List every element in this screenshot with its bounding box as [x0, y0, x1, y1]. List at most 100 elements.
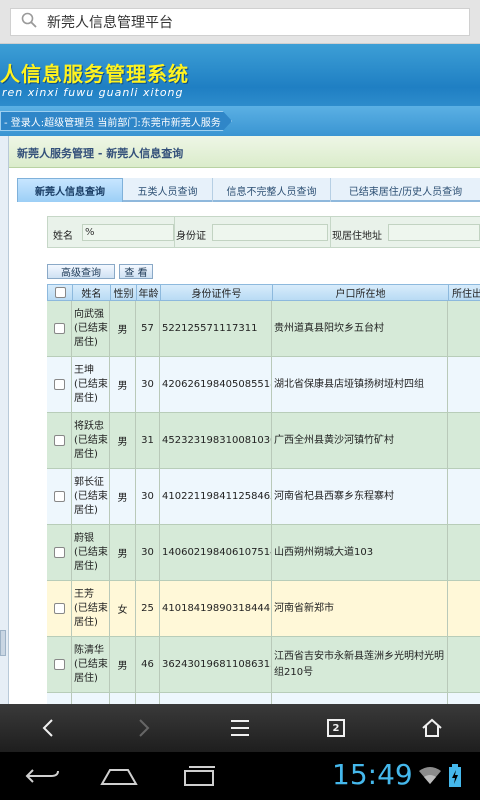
id-number-cell: 41022119841125846X: [160, 469, 272, 524]
site-banner: 人信息服务管理系统 ren xinxi fuwu guanli xitong: [0, 44, 480, 106]
table-row[interactable]: 向武强 (已结束 居住) 男 57 522125571117311 贵州道真县阳坎乡五台村: [47, 301, 480, 357]
search-panel: 姓名 % 身份证 现居住地址: [47, 216, 480, 248]
id-number-cell: 362430196811086313: [160, 637, 272, 692]
forward-button[interactable]: [114, 704, 174, 752]
collapse-handle[interactable]: [0, 630, 6, 656]
row-checkbox[interactable]: [53, 379, 65, 390]
age-cell: 46: [136, 637, 160, 692]
system-back-button[interactable]: [8, 756, 78, 796]
col-residence[interactable]: 所住出: [449, 285, 480, 300]
id-number-cell: 452323198310081030: [160, 413, 272, 468]
table-row[interactable]: 陈清华 (已结束 居住) 男 46 362430196811086313 江西省吉安市永新县…: [47, 637, 480, 693]
advanced-search-button[interactable]: 高级查询: [47, 264, 115, 279]
name-cell: 陈清华 (已结束 居住): [72, 637, 110, 692]
residence-status: (已结束: [74, 602, 108, 614]
hukou-cell: 河南省杞县西寨乡东程寨村: [272, 469, 448, 524]
col-gender[interactable]: 性别: [111, 285, 137, 300]
col-name[interactable]: 姓名: [73, 285, 111, 300]
person-name: 蔚银: [74, 532, 94, 544]
select-all-checkbox[interactable]: [54, 287, 66, 298]
banner-title: 人信息服务管理系统: [0, 62, 189, 86]
residence-status: (已结束: [74, 322, 108, 334]
chevron-right-icon: [139, 719, 150, 737]
residence-status: 居住): [74, 616, 98, 628]
address-input[interactable]: 新莞人信息管理平台: [10, 8, 470, 36]
tab-incomplete-info[interactable]: 信息不完整人员查询: [213, 178, 331, 202]
residence-cell: [448, 413, 480, 468]
tab-history[interactable]: 已结束居住/历史人员查询: [331, 178, 480, 202]
residence-cell: [448, 469, 480, 524]
system-home-icon: [100, 769, 138, 785]
row-checkbox[interactable]: [53, 491, 65, 502]
residence-status: 居住): [74, 560, 98, 572]
gender-cell: 女: [110, 581, 136, 636]
search-icon: [21, 12, 37, 32]
name-cell: 将跃忠 (已结束 居住): [72, 413, 110, 468]
name-lines: 王芳 (已结束 居住): [72, 588, 108, 630]
row-select-cell: [47, 301, 72, 356]
left-collapse-strip: [0, 136, 8, 704]
table-row[interactable]: 将跃忠 (已结束 居住) 男 31 452323198310081030 广西全州县黄沙河镇…: [47, 413, 480, 469]
table-header: 姓名 性别 年龄 身份证件号 户口所在地 所住出: [47, 284, 480, 301]
residence-status: (已结束: [74, 490, 108, 502]
tabs-button[interactable]: 2: [306, 704, 366, 752]
name-field[interactable]: %: [82, 224, 174, 241]
hukou-cell: 河南省新郑市: [272, 581, 448, 636]
tab-new-resident-query[interactable]: 新莞人信息查询: [17, 178, 123, 202]
gender-cell: 男: [110, 637, 136, 692]
user-info-text: - 登录人:超级管理员 当前部门:东莞市新莞人服务: [4, 117, 221, 129]
name-cell: 蔚银 (已结束 居住): [72, 525, 110, 580]
row-select-cell: [47, 357, 72, 412]
menu-icon: [231, 720, 249, 736]
user-info-bar: - 登录人:超级管理员 当前部门:东莞市新莞人服务: [0, 106, 480, 136]
browser-address-bar: 新莞人信息管理平台: [0, 0, 480, 44]
address-label: 现居住地址: [332, 231, 382, 242]
table-row[interactable]: 郭长征 (已结束 居住) 男 30 41022119841125846X 河南省杞县西寨乡东…: [47, 469, 480, 525]
row-checkbox[interactable]: [53, 435, 65, 446]
row-checkbox[interactable]: [53, 603, 65, 614]
home-button[interactable]: [402, 704, 462, 752]
hukou-cell: 山西朔州朔城大道103: [272, 525, 448, 580]
age-cell: 30: [136, 357, 160, 412]
residence-cell: [448, 581, 480, 636]
hukou-text: 组210号: [274, 666, 314, 678]
id-field[interactable]: [212, 224, 328, 241]
back-button[interactable]: [18, 704, 78, 752]
name-cell: 王芳 (已结束 居住): [72, 581, 110, 636]
menu-button[interactable]: [210, 704, 270, 752]
row-select-cell: [47, 581, 72, 636]
col-age[interactable]: 年龄: [137, 285, 161, 300]
system-recents-button[interactable]: [164, 756, 234, 796]
residence-cell: [448, 301, 480, 356]
status-clock: 15:49: [332, 758, 413, 791]
hukou-cell: 湖北省保康县店垭镇扬树垭村四组: [272, 357, 448, 412]
system-home-button[interactable]: [84, 756, 154, 796]
age-cell: 30: [136, 525, 160, 580]
residence-cell: [448, 637, 480, 692]
hukou-lines: 湖北省保康县店垭镇扬树垭村四组: [274, 377, 424, 393]
id-label: 身份证: [176, 231, 206, 242]
residence-status: 居住): [74, 336, 98, 348]
col-id[interactable]: 身份证件号: [161, 285, 273, 300]
view-button[interactable]: 查 看: [119, 264, 153, 279]
select-all-cell: [48, 285, 73, 300]
table-row[interactable]: 王芳 (已结束 居住) 女 25 410184198903184441 河南省新郑市: [47, 581, 480, 637]
person-name: 陈清华: [74, 644, 104, 656]
row-checkbox[interactable]: [53, 547, 65, 558]
tab-five-categories[interactable]: 五类人员查询: [123, 178, 213, 202]
row-checkbox[interactable]: [53, 659, 65, 670]
person-name: 向武强: [74, 308, 104, 320]
tab-count: 2: [332, 722, 340, 734]
age-cell: 31: [136, 413, 160, 468]
hukou-text: 贵州道真县阳坎乡五台村: [274, 322, 384, 334]
address-field[interactable]: [388, 224, 480, 241]
table-row[interactable]: 王坤 (已结束 居住) 男 30 420626198405085518 湖北省保康县店垭镇扬…: [47, 357, 480, 413]
residence-status: 居住): [74, 392, 98, 404]
hukou-text: 江西省吉安市永新县莲洲乡光明村光明: [274, 650, 444, 662]
table-row[interactable]: 蔚银 (已结束 居住) 男 30 140602198406107514 山西朔州朔城大道10…: [47, 525, 480, 581]
row-checkbox[interactable]: [53, 323, 65, 334]
col-hukou[interactable]: 户口所在地: [273, 285, 449, 300]
table-row[interactable]: 刘芸: [47, 693, 480, 704]
hukou-cell: 江西省吉安市永新县莲洲乡光明村光明 组210号: [272, 637, 448, 692]
person-name: 王坤: [74, 364, 94, 376]
